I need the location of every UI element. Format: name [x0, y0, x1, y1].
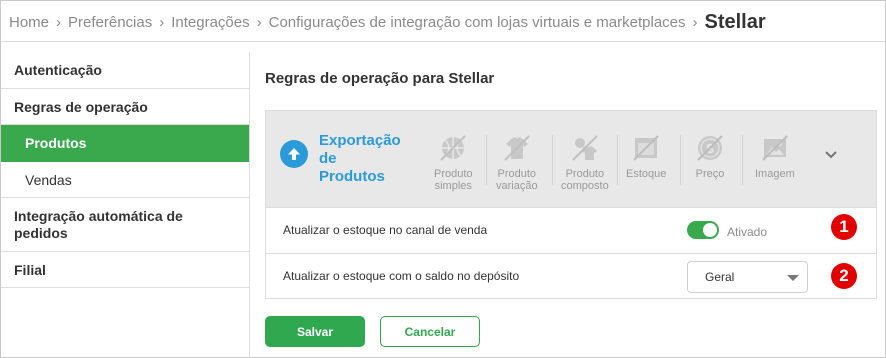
basketball-icon [440, 135, 466, 161]
setting-label: Atualizar o estoque com o saldo no depós… [283, 269, 520, 283]
tool-composite-product[interactable]: Produto composto [561, 133, 609, 192]
caret-down-icon [787, 275, 799, 281]
breadcrumb-integration-settings[interactable]: Configurações de integração com lojas vi… [269, 14, 686, 31]
image-icon [762, 135, 788, 161]
composite-product-icon [572, 135, 598, 161]
tool-image[interactable]: Imagem [755, 133, 795, 180]
breadcrumb: Home › Preferências › Integrações › Conf… [9, 10, 766, 34]
tool-label: variação [496, 180, 538, 192]
sidebar-item-label: Produtos [25, 135, 87, 151]
export-label-line: Produtos [319, 168, 385, 185]
cancel-button[interactable]: Cancelar [380, 316, 480, 347]
tool-label: Preço [695, 168, 725, 180]
toolbar-divider [552, 135, 553, 185]
sidebar-item-auto-order-integration[interactable]: Integração automática de pedidos [1, 198, 249, 252]
sidebar-item-label: Vendas [25, 171, 72, 188]
export-products-label[interactable]: Exportação de Produtos [319, 132, 419, 186]
warehouse-select[interactable]: Geral [687, 261, 808, 293]
export-toolbar: Exportação de Produtos Produto simples P… [266, 111, 876, 207]
tool-label: Produto [565, 168, 605, 180]
tool-stock[interactable]: Estoque [626, 133, 666, 180]
breadcrumb-current: Stellar [704, 10, 766, 33]
tool-label: simples [434, 180, 472, 192]
chevron-down-icon[interactable] [823, 147, 839, 163]
tool-label: Imagem [755, 168, 795, 180]
breadcrumb-integrations[interactable]: Integrações [171, 14, 249, 31]
breadcrumb-separator: › [159, 13, 165, 31]
select-value: Geral [705, 270, 735, 284]
operation-rules-panel: Exportação de Produtos Produto simples P… [265, 110, 877, 299]
setting-row-update-stock-channel: Atualizar o estoque no canal de venda At… [266, 207, 876, 252]
page-title: Regras de operação para Stellar [265, 70, 495, 87]
tool-label: composto [561, 180, 609, 192]
sidebar-divider [249, 52, 250, 358]
sidebar-item-operation-rules[interactable]: Regras de operação [1, 89, 249, 125]
toolbar-divider [617, 135, 618, 185]
tool-label: Produto [434, 168, 473, 180]
stock-channel-toggle[interactable] [687, 221, 719, 239]
breadcrumb-preferences[interactable]: Preferências [68, 14, 152, 31]
tshirt-icon [504, 135, 530, 161]
toolbar-divider [680, 135, 681, 185]
arrow-up-icon [280, 140, 308, 168]
number-badge: 2 [831, 263, 857, 289]
tool-simple-product[interactable]: Produto simples [434, 133, 473, 192]
sidebar-item-products[interactable]: Produtos [1, 125, 249, 162]
breadcrumb-separator: › [56, 13, 62, 31]
breadcrumb-separator: › [256, 13, 262, 31]
stock-icon [633, 135, 659, 161]
sidebar-item-label: Filial [14, 261, 46, 278]
setting-row-update-stock-warehouse: Atualizar o estoque com o saldo no depós… [266, 253, 876, 298]
tool-variation-product[interactable]: Produto variação [496, 133, 538, 192]
export-label-line: Exportação [319, 132, 401, 149]
tool-price[interactable]: $ Preço [695, 133, 725, 180]
export-label-line: de [319, 150, 337, 167]
header-divider [1, 41, 885, 42]
sidebar-item-label: Autenticação [14, 62, 102, 78]
tool-label: Estoque [626, 168, 667, 180]
breadcrumb-separator: › [692, 13, 698, 31]
price-icon: $ [697, 135, 723, 161]
toggle-state-label: Ativado [727, 225, 768, 239]
breadcrumb-home[interactable]: Home [9, 14, 49, 31]
setting-label: Atualizar o estoque no canal de venda [283, 223, 488, 237]
toolbar-divider [742, 135, 743, 185]
toggle-knob [703, 223, 717, 237]
toolbar-divider [486, 135, 487, 185]
tool-label: Produto [497, 168, 537, 180]
sidebar: Autenticação Regras de operação Produtos… [1, 52, 249, 288]
sidebar-item-sales[interactable]: Vendas [1, 162, 249, 198]
sidebar-item-authentication[interactable]: Autenticação [1, 52, 249, 89]
sidebar-item-label: Regras de operação [14, 98, 148, 115]
sidebar-item-label: Integração automática de pedidos [14, 207, 183, 241]
sidebar-item-branch[interactable]: Filial [1, 252, 249, 288]
save-button[interactable]: Salvar [265, 316, 365, 347]
number-badge: 1 [831, 214, 857, 240]
